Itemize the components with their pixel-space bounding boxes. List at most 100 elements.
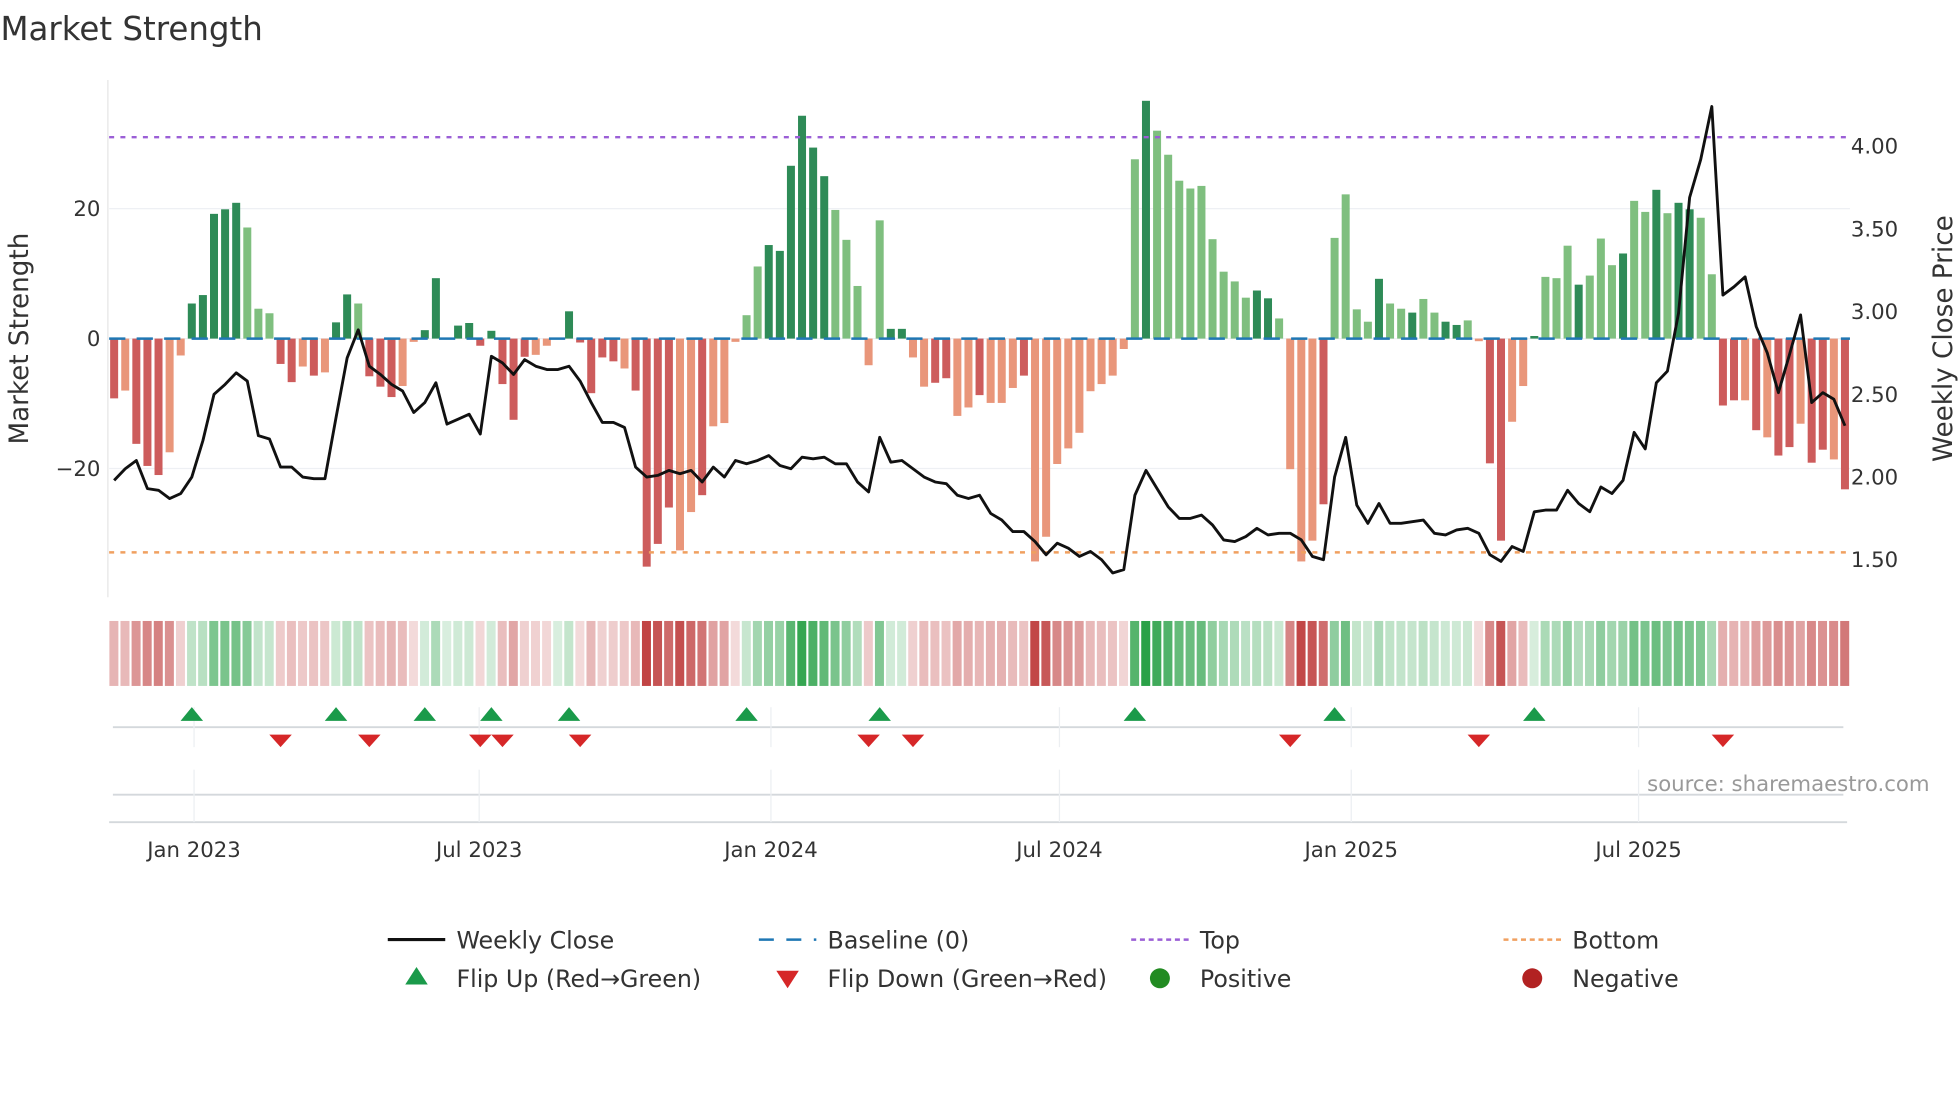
heat-strip-cell — [985, 620, 995, 686]
strength-bar — [520, 338, 529, 357]
strength-bar — [1641, 211, 1650, 339]
strength-bar — [742, 315, 751, 339]
heat-strip-cell — [1418, 620, 1428, 686]
heat-strip-cell — [1662, 620, 1672, 686]
strength-bar — [698, 338, 707, 496]
heat-strip-cell — [1130, 620, 1140, 686]
strength-bar — [209, 213, 218, 339]
flip-up-marker — [324, 707, 348, 721]
strength-bar — [908, 338, 917, 358]
strength-bar — [764, 245, 773, 339]
legend-label-negative: Negative — [1572, 965, 1678, 993]
right-y-tick-label: 1.50 — [1851, 548, 1898, 573]
legend-negative-icon — [1522, 968, 1543, 989]
heat-strip-cell — [719, 620, 729, 686]
legend: Weekly Close Baseline (0) Top Bottom Flip Up… — [387, 926, 1679, 993]
x-tick-label: Jul 2024 — [1014, 838, 1102, 863]
strength-bar — [1208, 239, 1217, 339]
strength-bar — [1519, 338, 1528, 387]
strength-bar — [842, 239, 851, 339]
heat-strip-cell — [919, 620, 929, 686]
heat-strip-cell — [1163, 620, 1173, 686]
heat-strip-cell — [164, 620, 174, 686]
heat-strip-cell — [1762, 620, 1772, 686]
strength-bar — [1164, 154, 1173, 339]
heat-strip-cell — [1540, 620, 1550, 686]
heat-strip-cell — [897, 620, 907, 686]
strength-bar — [232, 202, 241, 339]
strength-bar — [1652, 189, 1661, 339]
x-tick-label: Jan 2024 — [722, 838, 818, 863]
flip-up-marker — [180, 707, 204, 721]
heat-strip-cell — [819, 620, 829, 686]
flip-up-marker — [557, 707, 581, 721]
strength-bar — [1097, 338, 1106, 385]
heat-strip-cell — [386, 620, 396, 686]
heat-strip-cell — [497, 620, 507, 686]
strength-bar — [1530, 335, 1539, 339]
strength-bar — [1552, 278, 1561, 339]
heat-strip-cell — [1263, 620, 1273, 686]
strength-bar — [1053, 338, 1062, 464]
heat-strip-cell — [1784, 620, 1794, 686]
heat-strip-cell — [1374, 620, 1384, 686]
strength-bar — [631, 338, 640, 391]
strength-bar — [1153, 130, 1162, 339]
heat-strip-cell — [1307, 620, 1317, 686]
right-y-tick-label: 3.50 — [1851, 217, 1898, 242]
heat-strip-cell — [1640, 620, 1650, 686]
heat-strip-cell — [1440, 620, 1450, 686]
strength-bar — [798, 115, 807, 339]
strength-bar — [1019, 338, 1028, 376]
heat-strip-cell — [1729, 620, 1739, 686]
heat-strip-cell — [475, 620, 485, 686]
heat-strip-cell — [1096, 620, 1106, 686]
strength-bar — [198, 295, 207, 339]
left-y-tick-label: 20 — [73, 197, 100, 222]
strength-bar — [1175, 180, 1184, 339]
heat-strip-cell — [364, 620, 374, 686]
strength-bar — [143, 338, 152, 466]
legend-label-flip-down: Flip Down (Green→Red) — [828, 965, 1107, 993]
strength-bar — [1374, 278, 1383, 339]
strength-bar — [1840, 338, 1849, 490]
x-tick-label: Jul 2025 — [1593, 838, 1681, 863]
heat-strip-cell — [286, 620, 296, 686]
strength-bar — [1308, 338, 1317, 541]
heat-strip-cell — [153, 620, 163, 686]
heat-strip-cell — [852, 620, 862, 686]
strength-bar — [1397, 308, 1406, 339]
heat-strip-cell — [974, 620, 984, 686]
heat-strip-cell — [952, 620, 962, 686]
heat-strip-cell — [797, 620, 807, 686]
strength-bar — [265, 313, 274, 339]
flip-up-marker — [480, 707, 503, 721]
heat-strip-cell — [586, 620, 596, 686]
flip-down-marker — [491, 734, 514, 748]
strength-bar — [287, 338, 296, 383]
heat-strip-cell — [464, 620, 474, 686]
strength-bar — [398, 338, 407, 387]
strength-bar — [465, 323, 474, 339]
heat-strip-cell — [1318, 620, 1328, 686]
strength-bar — [964, 338, 973, 408]
strength-bar — [1330, 237, 1339, 339]
strength-bar — [1752, 338, 1761, 431]
strength-bar — [720, 338, 729, 424]
strength-bar — [664, 338, 673, 508]
strength-bar — [620, 338, 629, 369]
strength-bar — [1774, 338, 1783, 456]
strength-bar — [609, 338, 618, 362]
heat-strip-cell — [1751, 620, 1761, 686]
strength-bar — [1241, 297, 1250, 339]
strength-bar — [1696, 217, 1705, 339]
strength-bar — [376, 338, 385, 387]
heat-strip-cell — [1618, 620, 1628, 686]
right-y-axis-label: Weekly Close Price — [1929, 215, 1959, 462]
heat-strip-cell — [708, 620, 718, 686]
heat-strip-cell — [1041, 620, 1051, 686]
flip-down-marker — [1467, 734, 1491, 748]
strength-bar — [831, 209, 840, 339]
heat-strip-cell — [686, 620, 696, 686]
strength-bar — [531, 338, 540, 355]
